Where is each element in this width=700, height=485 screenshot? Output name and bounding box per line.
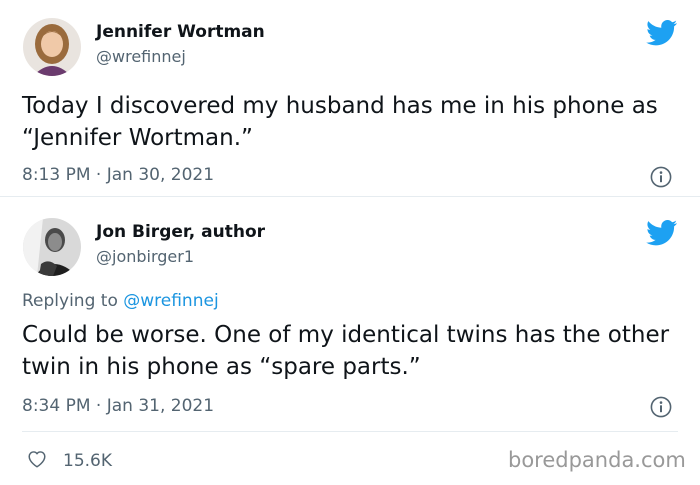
author-handle[interactable]: @jonbirger1 (96, 247, 194, 266)
avatar[interactable] (23, 18, 81, 76)
tweet-date[interactable]: Jan 30, 2021 (107, 165, 214, 185)
watermark: boredpanda.com (508, 448, 686, 472)
info-icon[interactable] (650, 396, 672, 418)
heart-outline-icon[interactable] (26, 448, 48, 474)
reply-mention-link[interactable]: @wrefinnej (123, 291, 218, 311)
author-name[interactable]: Jennifer Wortman (96, 22, 265, 42)
tweet-time[interactable]: 8:13 PM (22, 165, 91, 185)
tweet-text: Could be worse. One of my identical twin… (22, 322, 670, 380)
action-bar-divider (22, 431, 678, 432)
like-count: 15.6K (63, 451, 112, 471)
tweet-date[interactable]: Jan 31, 2021 (107, 396, 214, 416)
tweet-divider (0, 196, 700, 197)
tweet-timestamp[interactable]: 8:13 PM · Jan 30, 2021 (22, 165, 214, 185)
avatar[interactable] (23, 218, 81, 276)
replying-to: Replying to @wrefinnej (22, 291, 219, 311)
tweet-timestamp[interactable]: 8:34 PM · Jan 31, 2021 (22, 396, 214, 416)
tweet-time[interactable]: 8:34 PM (22, 396, 91, 416)
author-name[interactable]: Jon Birger, author (96, 222, 265, 242)
tweet-card-jon[interactable]: Jon Birger, author @jonbirger1 Replying … (0, 198, 700, 434)
tweet-text: Today I discovered my husband has me in … (22, 93, 658, 151)
twitter-bird-icon[interactable] (646, 20, 678, 46)
replying-to-label: Replying to (22, 291, 124, 311)
meta-separator: · (95, 165, 102, 185)
like-button[interactable]: 15.6K (26, 448, 112, 474)
info-icon[interactable] (650, 166, 672, 188)
meta-separator: · (95, 396, 102, 416)
tweet-card-jennifer[interactable]: Jennifer Wortman @wrefinnej Today I disc… (0, 0, 700, 196)
twitter-bird-icon[interactable] (646, 220, 678, 246)
author-handle[interactable]: @wrefinnej (96, 47, 186, 66)
